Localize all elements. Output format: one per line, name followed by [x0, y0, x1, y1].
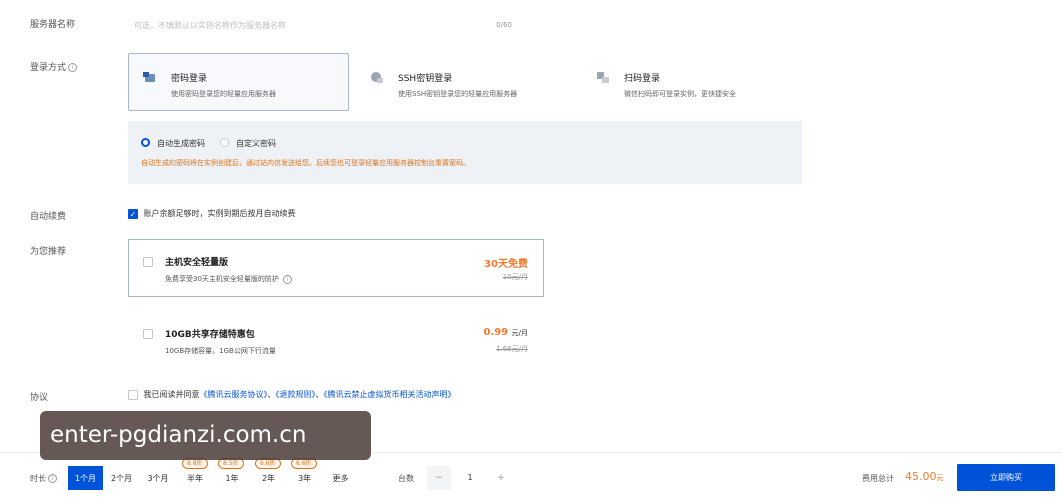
- ssh-key-icon: [371, 72, 383, 83]
- radio-auto-label: 自动生成密码: [157, 139, 205, 148]
- password-icon: [143, 72, 155, 82]
- checkbox-icon[interactable]: [143, 257, 153, 267]
- agreement-label: 协议: [30, 393, 49, 403]
- login-card-ssh[interactable]: SSH密钥登录 使用SSH密钥登录您的轻量应用服务器: [355, 53, 577, 111]
- total-price: 45.00元: [905, 470, 944, 483]
- service-agreement-link[interactable]: 《腾讯云服务协议》: [200, 390, 268, 399]
- recommend-desc-text: 免费享受30天主机安全轻量版的防护: [165, 275, 279, 283]
- server-name-count: 0/60: [496, 21, 512, 29]
- refund-rules-link[interactable]: 《退款规则》: [276, 390, 316, 399]
- duration-option-2m[interactable]: 2个月: [104, 466, 139, 490]
- recommend-price: 0.99 元/月: [483, 327, 528, 338]
- purchase-page: 服务器名称 可选，不填默认以实例名称作为服务器名称 0/60 登录方式 i 密码登…: [0, 0, 1062, 500]
- agreement-separator: 、: [267, 390, 276, 399]
- total-label: 费用总计: [862, 474, 894, 483]
- recommend-price-unit: 元/月: [511, 329, 528, 337]
- checkbox-checked-icon[interactable]: ✓: [128, 208, 138, 219]
- login-card-qrcode[interactable]: 扫码登录 微信扫码即可登录实例，更快捷安全: [581, 53, 802, 111]
- checkbox-icon[interactable]: [143, 329, 153, 339]
- login-method-label-text: 登录方式: [30, 63, 67, 73]
- qrcode-icon: [597, 72, 609, 83]
- auto-renew-label: 自动续费: [30, 212, 67, 222]
- agreement-prefix: 我已阅读并同意: [143, 390, 200, 399]
- info-icon[interactable]: i: [283, 274, 293, 284]
- recommend-item-storage[interactable]: 10GB共享存储特惠包 10GB存储容量，1GB公网下行流量 0.99 元/月 …: [128, 311, 544, 369]
- radio-unchecked-icon: [220, 138, 229, 147]
- password-options-panel: 自动生成密码 自定义密码 自动生成的密码将在实例创建后，通过站内信发送给您。后续…: [128, 121, 802, 184]
- login-card-title: SSH密钥登录: [398, 74, 453, 84]
- quantity-input[interactable]: 1: [452, 466, 488, 490]
- duration-option-6m[interactable]: 半年: [177, 466, 213, 490]
- duration-label-text: 时长: [30, 474, 46, 483]
- watermark-overlay: enter-pgdianzi.com.cn: [40, 411, 371, 460]
- recommend-desc: 免费享受30天主机安全轻量版的防护 i: [165, 274, 293, 284]
- info-icon[interactable]: i: [48, 474, 57, 483]
- recommend-old-price: 1.68元/月: [496, 345, 528, 353]
- recommend-price-value: 0.99: [483, 327, 509, 338]
- recommend-title: 10GB共享存储特惠包: [165, 330, 255, 340]
- radio-auto-password[interactable]: 自动生成密码: [141, 138, 205, 149]
- radio-custom-label: 自定义密码: [236, 139, 276, 148]
- info-icon[interactable]: i: [68, 63, 78, 72]
- auto-renew-text: 账户余额足够时，实例到期后按月自动续费: [143, 209, 296, 218]
- login-card-title: 密码登录: [171, 74, 208, 84]
- password-tip: 自动生成的密码将在实例创建后，通过站内信发送给您。后续您也可登录轻量应用服务器控…: [141, 159, 470, 167]
- recommend-item-host-security[interactable]: 主机安全轻量版 免费享受30天主机安全轻量版的防护 i 30天免费 10元/月: [128, 239, 544, 297]
- agreement-separator: 、: [315, 390, 324, 399]
- duration-option-3y[interactable]: 3年: [287, 466, 322, 490]
- duration-option-1m[interactable]: 1个月: [68, 466, 103, 490]
- login-card-desc: 微信扫码即可登录实例，更快捷安全: [624, 90, 736, 98]
- quantity-plus-button[interactable]: +: [489, 466, 513, 490]
- quantity-minus-button[interactable]: −: [427, 466, 451, 490]
- duration-option-1y[interactable]: 1年: [214, 466, 250, 490]
- total-amount: 45.00: [905, 470, 937, 483]
- recommend-label: 为您推荐: [30, 247, 67, 257]
- crypto-statement-link[interactable]: 《腾讯云禁止虚拟货币相关活动声明》: [324, 390, 456, 399]
- buy-now-button[interactable]: 立即购买: [957, 464, 1055, 491]
- auto-renew-option[interactable]: ✓ 账户余额足够时，实例到期后按月自动续费: [128, 208, 296, 219]
- login-card-title: 扫码登录: [624, 74, 661, 84]
- recommend-desc: 10GB存储容量，1GB公网下行流量: [165, 347, 276, 355]
- radio-checked-icon: [141, 138, 150, 147]
- total-unit: 元: [936, 474, 944, 482]
- server-name-placeholder: 可选，不填默认以实例名称作为服务器名称: [134, 21, 286, 30]
- duration-option-2y[interactable]: 2年: [251, 466, 286, 490]
- recommend-title: 主机安全轻量版: [165, 258, 229, 268]
- server-name-input[interactable]: 可选，不填默认以实例名称作为服务器名称 0/60: [128, 14, 520, 36]
- login-card-desc: 使用密码登录您的轻量应用服务器: [171, 90, 276, 98]
- checkbox-icon[interactable]: [128, 389, 138, 400]
- duration-option-3m[interactable]: 3个月: [140, 466, 176, 490]
- agreement-row: 我已阅读并同意《腾讯云服务协议》、《退款规则》、《腾讯云禁止虚拟货币相关活动声明…: [128, 389, 456, 400]
- server-name-label: 服务器名称: [30, 20, 76, 30]
- recommend-price: 30天免费: [484, 259, 528, 270]
- duration-label: 时长 i: [30, 473, 57, 484]
- recommend-old-price: 10元/月: [502, 273, 528, 281]
- login-method-label: 登录方式 i: [30, 60, 78, 73]
- radio-custom-password[interactable]: 自定义密码: [220, 138, 276, 149]
- login-card-desc: 使用SSH密钥登录您的轻量应用服务器: [398, 90, 518, 98]
- login-card-password[interactable]: 密码登录 使用密码登录您的轻量应用服务器: [128, 53, 349, 111]
- quantity-label: 台数: [398, 474, 414, 483]
- duration-option-more[interactable]: 更多: [323, 466, 358, 490]
